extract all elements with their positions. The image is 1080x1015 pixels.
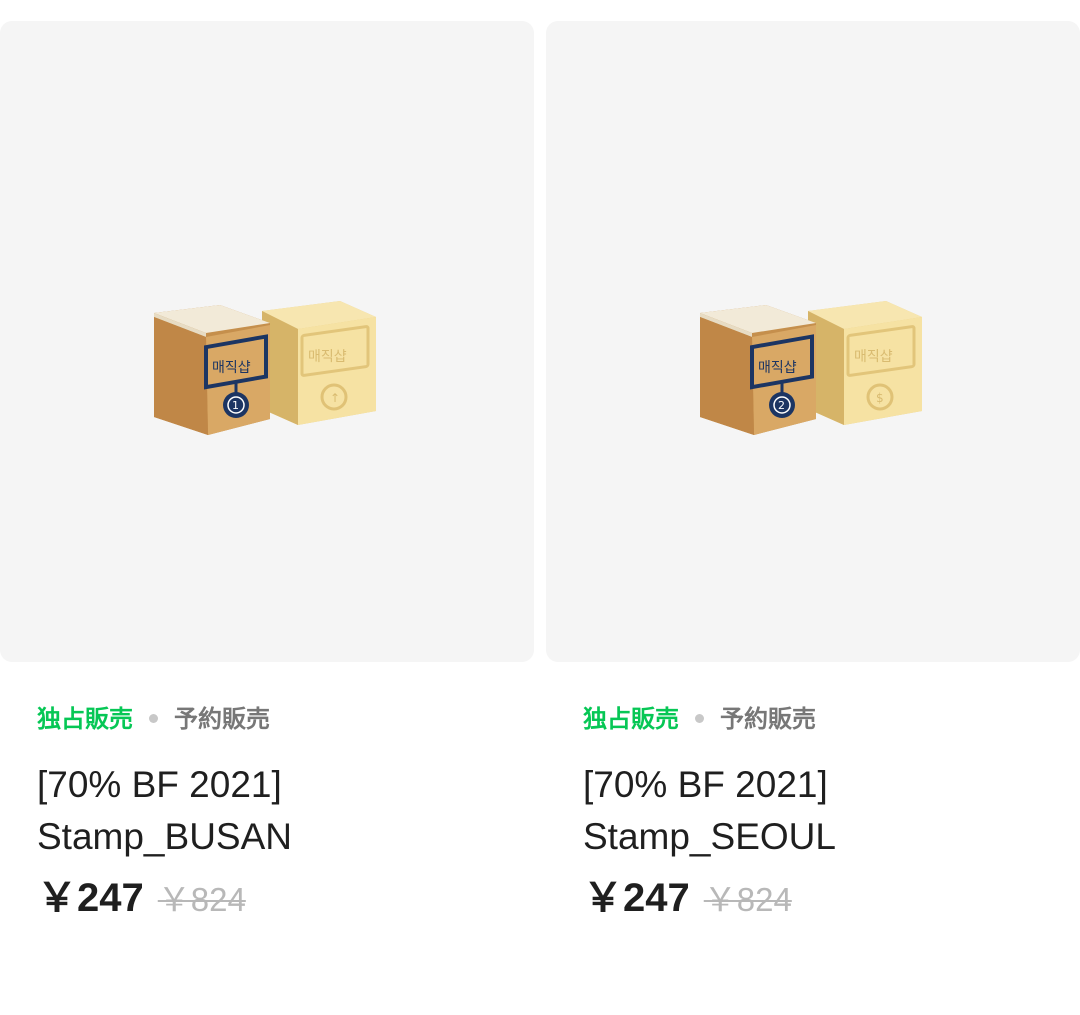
svg-text:매직샵: 매직샵 xyxy=(758,360,797,376)
product-grid: 매직샵 ↑ 매직샵 1 独占販売 予約販売 [70% BF 2021] Stam… xyxy=(0,0,1080,1015)
product-card-seoul[interactable]: 매직샵 $ 매직샵 2 独占販売 予約販売 [70% BF 2021] Stam… xyxy=(546,0,1080,1015)
product-title[interactable]: [70% BF 2021] Stamp_BUSAN xyxy=(37,759,507,863)
cream-box-graphic: 매직샵 ↑ xyxy=(262,301,376,425)
original-price: ￥824 xyxy=(157,881,246,918)
sale-price: ￥247 xyxy=(37,876,144,920)
exclusive-tag: 独占販売 xyxy=(583,706,679,733)
exclusive-tag: 独占販売 xyxy=(37,706,133,733)
price-row: ￥247 ￥824 xyxy=(37,872,246,924)
stamp-boxes-image: 매직샵 $ 매직샵 2 xyxy=(700,301,922,435)
product-title-line1: [70% BF 2021] xyxy=(37,764,282,805)
original-price: ￥824 xyxy=(703,881,792,918)
svg-text:매직샵: 매직샵 xyxy=(854,349,893,365)
product-title-line2: Stamp_BUSAN xyxy=(37,816,292,857)
product-title-line1: [70% BF 2021] xyxy=(583,764,828,805)
tag-separator-dot xyxy=(695,714,704,724)
svg-text:2: 2 xyxy=(778,399,785,412)
cream-box-graphic: 매직샵 $ xyxy=(808,301,922,425)
kraft-box-graphic: 매직샵 2 xyxy=(700,305,816,435)
tag-separator-dot xyxy=(149,714,158,724)
svg-text:$: $ xyxy=(876,391,884,405)
product-card-busan[interactable]: 매직샵 ↑ 매직샵 1 独占販売 予約販売 [70% BF 2021] Stam… xyxy=(0,0,534,1015)
product-tags: 独占販売 予約販売 xyxy=(37,703,270,737)
product-title[interactable]: [70% BF 2021] Stamp_SEOUL xyxy=(583,759,1053,863)
preorder-tag: 予約販売 xyxy=(174,706,270,733)
kraft-box-graphic: 매직샵 1 xyxy=(154,305,270,435)
product-thumbnail[interactable]: 매직샵 $ 매직샵 2 xyxy=(546,21,1080,662)
svg-text:매직샵: 매직샵 xyxy=(212,360,251,376)
price-row: ￥247 ￥824 xyxy=(583,872,792,924)
svg-text:↑: ↑ xyxy=(330,391,340,405)
product-tags: 独占販売 予約販売 xyxy=(583,703,816,737)
product-title-line2: Stamp_SEOUL xyxy=(583,816,836,857)
sale-price: ￥247 xyxy=(583,876,690,920)
preorder-tag: 予約販売 xyxy=(720,706,816,733)
svg-text:1: 1 xyxy=(232,399,239,412)
product-thumbnail[interactable]: 매직샵 ↑ 매직샵 1 xyxy=(0,21,534,662)
svg-text:매직샵: 매직샵 xyxy=(308,349,347,365)
stamp-boxes-image: 매직샵 ↑ 매직샵 1 xyxy=(154,301,376,435)
